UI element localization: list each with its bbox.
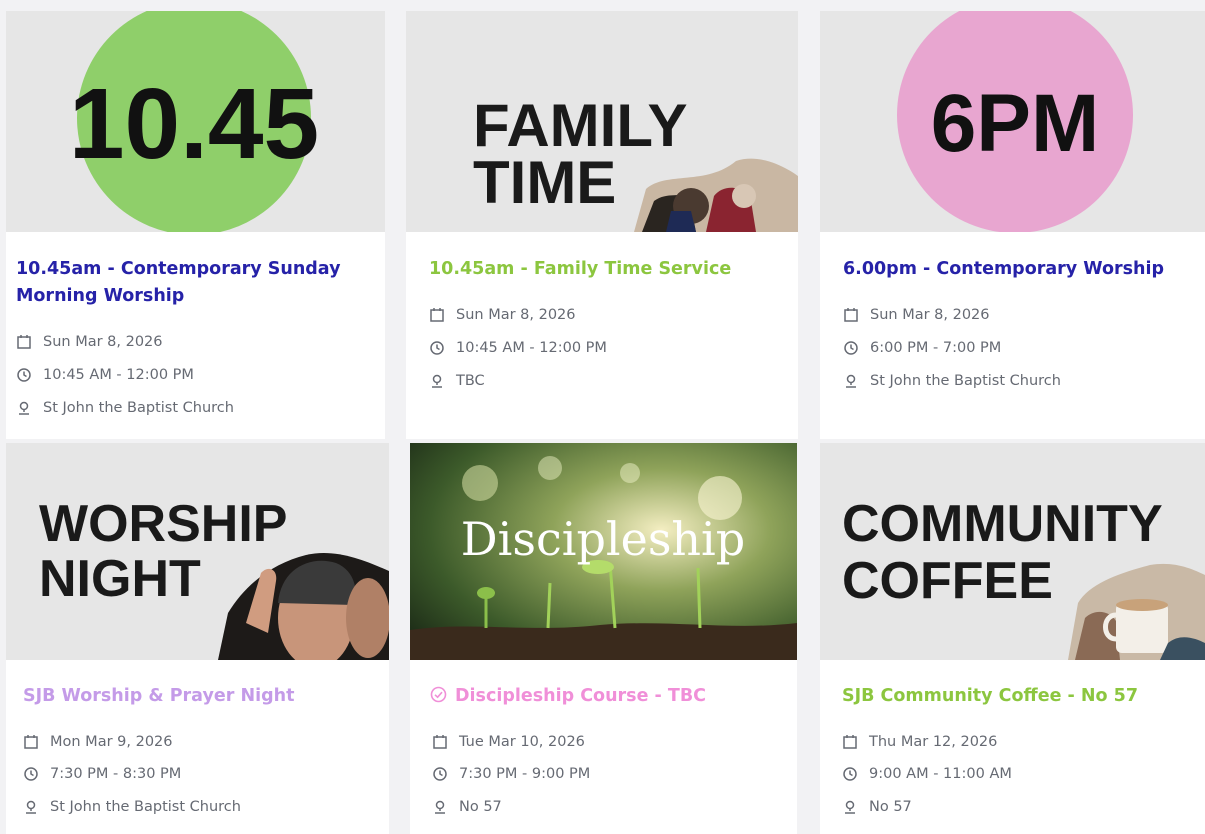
event-title[interactable]: 6.00pm - Contemporary Worship (843, 256, 1197, 283)
svg-text:NIGHT: NIGHT (39, 550, 201, 608)
event-card[interactable]: 6PM 6.00pm - Contemporary Worship Sun Ma… (820, 11, 1205, 439)
calendar-icon (842, 734, 858, 750)
clock-icon (429, 340, 445, 356)
event-date: Tue Mar 10, 2026 (432, 732, 585, 752)
event-date: Sun Mar 8, 2026 (843, 305, 990, 325)
svg-text:COFFEE: COFFEE (842, 552, 1053, 610)
location-pin-icon (16, 400, 32, 416)
event-image[interactable]: 6PM (820, 11, 1205, 232)
event-location: St John the Baptist Church (16, 398, 234, 418)
clock-icon (842, 766, 858, 782)
event-date: Sun Mar 8, 2026 (16, 332, 163, 352)
location-pin-icon (843, 373, 859, 389)
event-title[interactable]: Discipleship Course - TBC (430, 683, 789, 710)
calendar-icon (16, 334, 32, 350)
calendar-icon (23, 734, 39, 750)
event-card[interactable]: FAMILY TIME 10.45am - Family Time Servic… (406, 11, 798, 439)
calendar-icon (429, 307, 445, 323)
svg-text:10.45: 10.45 (69, 68, 319, 180)
event-time: 7:30 PM - 8:30 PM (23, 764, 181, 784)
event-card[interactable]: COMMUNITY COFFEE SJB Community Coffee - … (820, 443, 1205, 834)
event-location: No 57 (432, 797, 502, 817)
event-time: 10:45 AM - 12:00 PM (429, 338, 607, 358)
clock-icon (843, 340, 859, 356)
check-circle-icon (430, 685, 447, 703)
event-title[interactable]: 10.45am - Family Time Service (429, 256, 790, 283)
location-pin-icon (429, 373, 445, 389)
svg-text:6PM: 6PM (931, 78, 1100, 169)
calendar-icon (432, 734, 448, 750)
event-location: TBC (429, 371, 485, 391)
svg-text:Discipleship: Discipleship (461, 512, 745, 566)
event-location: No 57 (842, 797, 912, 817)
event-card[interactable]: Discipleship Discipleship Course - TBC T… (410, 443, 797, 834)
clock-icon (23, 766, 39, 782)
calendar-icon (843, 307, 859, 323)
event-title[interactable]: SJB Community Coffee - No 57 (842, 683, 1197, 710)
event-time: 7:30 PM - 9:00 PM (432, 764, 590, 784)
event-image[interactable]: FAMILY TIME (406, 11, 798, 232)
event-image[interactable]: COMMUNITY COFFEE (820, 443, 1205, 660)
location-pin-icon (432, 799, 448, 815)
event-time: 6:00 PM - 7:00 PM (843, 338, 1001, 358)
event-image[interactable]: Discipleship (410, 443, 797, 660)
event-location: St John the Baptist Church (23, 797, 241, 817)
event-location: St John the Baptist Church (843, 371, 1061, 391)
event-card[interactable]: 10.45 10.45am - Contemporary Sunday Morn… (6, 11, 385, 439)
location-pin-icon (842, 799, 858, 815)
event-image[interactable]: WORSHIP NIGHT (6, 443, 389, 660)
svg-text:COMMUNITY: COMMUNITY (842, 495, 1163, 553)
event-title[interactable]: SJB Worship & Prayer Night (23, 683, 381, 710)
event-title[interactable]: 10.45am - Contemporary Sunday Morning Wo… (16, 256, 377, 310)
event-time: 10:45 AM - 12:00 PM (16, 365, 194, 385)
clock-icon (432, 766, 448, 782)
svg-text:WORSHIP: WORSHIP (39, 495, 287, 553)
svg-text:TIME: TIME (473, 149, 616, 216)
event-date: Mon Mar 9, 2026 (23, 732, 173, 752)
event-date: Thu Mar 12, 2026 (842, 732, 997, 752)
event-image[interactable]: 10.45 (6, 11, 385, 232)
clock-icon (16, 367, 32, 383)
location-pin-icon (23, 799, 39, 815)
event-date: Sun Mar 8, 2026 (429, 305, 576, 325)
event-time: 9:00 AM - 11:00 AM (842, 764, 1012, 784)
event-card[interactable]: WORSHIP NIGHT SJB Worship & Prayer Night… (6, 443, 389, 834)
